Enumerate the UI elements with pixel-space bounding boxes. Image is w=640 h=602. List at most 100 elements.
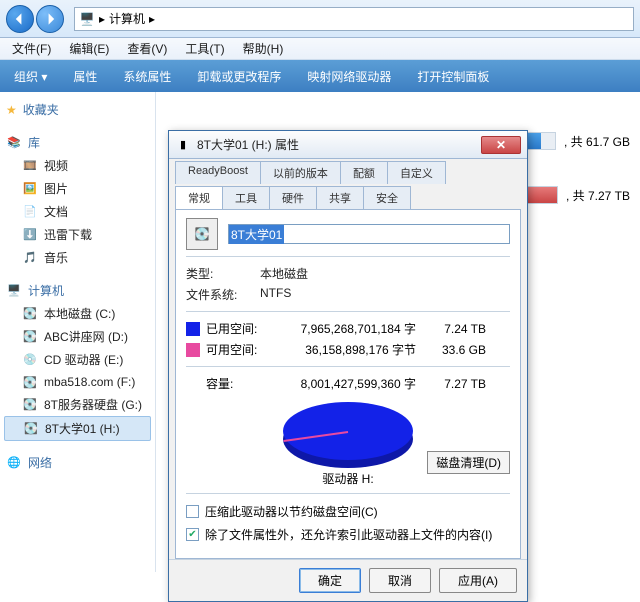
sidebar-item-label: 8T大学01 (H:) <box>45 420 120 437</box>
breadcrumb-item[interactable]: 计算机 <box>109 10 145 27</box>
computer-icon: 🖥️ <box>6 283 22 299</box>
document-icon: 📄 <box>22 204 38 220</box>
drive-icon: 💽 <box>22 306 38 322</box>
index-checkbox[interactable]: ✔ <box>186 528 199 541</box>
sidebar-network[interactable]: 🌐网络 <box>4 451 151 474</box>
sidebar-favorites[interactable]: ★收藏夹 <box>4 98 151 121</box>
sidebar-drive-d[interactable]: 💽 ABC讲座网 (D:) <box>4 325 151 348</box>
capacity-bar <box>526 132 556 150</box>
tab-hardware[interactable]: 硬件 <box>269 186 317 209</box>
sidebar-item-label: 8T服务器硬盘 (G:) <box>44 396 142 413</box>
tab-customize[interactable]: 自定义 <box>387 161 446 184</box>
tab-panel-general: 💽 8T大学01 类型:本地磁盘 文件系统:NTFS 已用空间:7,965,26… <box>175 209 521 559</box>
sidebar-computer[interactable]: 🖥️ 计算机 <box>4 279 151 302</box>
sidebar-item-documents[interactable]: 📄 文档 <box>4 200 151 223</box>
type-label: 类型: <box>186 265 260 282</box>
cap-bytes: 8,001,427,599,360 字 <box>276 375 426 392</box>
sidebar-item-label: 图片 <box>44 180 68 197</box>
sidebar-item-label: 本地磁盘 (C:) <box>44 305 115 322</box>
cap-hr: 7.27 TB <box>426 377 486 391</box>
menu-help[interactable]: 帮助(H) <box>235 38 292 59</box>
dialog-titlebar[interactable]: ▮ 8T大学01 (H:) 属性 ✕ <box>169 131 527 159</box>
free-color-box <box>186 343 200 357</box>
menu-file[interactable]: 文件(F) <box>4 38 59 59</box>
picture-icon: 🖼️ <box>22 181 38 197</box>
tb-uninstall[interactable]: 卸载或更改程序 <box>191 64 287 89</box>
sidebar-item-thunder[interactable]: ⬇️迅雷下载 <box>4 223 151 246</box>
sidebar-item-videos[interactable]: 🎞️视频 <box>4 154 151 177</box>
properties-dialog: ▮ 8T大学01 (H:) 属性 ✕ ReadyBoost 以前的版本 配额 自… <box>168 130 528 602</box>
compress-label: 压缩此驱动器以节约磁盘空间(C) <box>205 503 378 520</box>
tb-mapdrive[interactable]: 映射网络驱动器 <box>301 64 397 89</box>
music-icon: 🎵 <box>22 250 38 266</box>
sidebar-drive-c[interactable]: 💽 本地磁盘 (C:) <box>4 302 151 325</box>
spacer <box>186 377 200 391</box>
breadcrumb-sep: ▸ <box>149 12 155 26</box>
menu-tools[interactable]: 工具(T) <box>177 38 232 59</box>
capacity-label: , 共 7.27 TB <box>566 187 630 204</box>
tab-sharing[interactable]: 共享 <box>316 186 364 209</box>
close-button[interactable]: ✕ <box>481 136 521 154</box>
network-icon: 🌐 <box>6 455 22 471</box>
dialog-button-row: 确定 取消 应用(A) <box>169 559 527 601</box>
sidebar-drive-g[interactable]: 💽 8T服务器硬盘 (G:) <box>4 393 151 416</box>
drive-icon: 💽 <box>23 421 39 437</box>
type-value: 本地磁盘 <box>260 265 308 282</box>
sidebar-item-label: 迅雷下载 <box>44 226 92 243</box>
drive-icon: 💽 <box>22 329 38 345</box>
tb-properties[interactable]: 属性 <box>67 64 103 89</box>
menu-bar: 文件(F) 编辑(E) 查看(V) 工具(T) 帮助(H) <box>0 38 640 60</box>
nav-pane: ★收藏夹 📚库 🎞️视频 🖼️ 图片 📄 文档 ⬇️迅雷下载 🎵 音乐 🖥️ 计算机 💽… <box>0 92 156 572</box>
tab-tools[interactable]: 工具 <box>222 186 270 209</box>
sidebar-item-pictures[interactable]: 🖼️ 图片 <box>4 177 151 200</box>
disk-cleanup-button[interactable]: 磁盘清理(D) <box>427 451 510 474</box>
sidebar-item-label: 音乐 <box>44 249 68 266</box>
sidebar-item-label: 文档 <box>44 203 68 220</box>
used-color-box <box>186 322 200 336</box>
tab-quota[interactable]: 配额 <box>340 161 388 184</box>
used-hr: 7.24 TB <box>426 322 486 336</box>
index-label: 除了文件属性外，还允许索引此驱动器上文件的内容(I) <box>205 526 492 543</box>
sidebar-item-label: mba518.com (F:) <box>44 375 135 389</box>
tab-general[interactable]: 常规 <box>175 186 223 209</box>
sidebar-drive-f[interactable]: 💽mba518.com (F:) <box>4 371 151 393</box>
tab-readyboost[interactable]: ReadyBoost <box>175 161 261 184</box>
video-icon: 🎞️ <box>22 158 38 174</box>
fs-label: 文件系统: <box>186 286 260 303</box>
drive-name-input[interactable]: 8T大学01 <box>228 224 510 244</box>
sidebar-item-music[interactable]: 🎵 音乐 <box>4 246 151 269</box>
usage-pie-chart <box>283 402 413 460</box>
breadcrumb-sep: ▸ <box>99 12 105 26</box>
address-bar[interactable]: 🖥️ ▸ 计算机 ▸ <box>74 7 634 31</box>
drive-large-icon: 💽 <box>186 218 218 250</box>
tb-controlpanel[interactable]: 打开控制面板 <box>411 64 495 89</box>
sidebar-computer-label: 计算机 <box>28 282 64 299</box>
command-bar: 组织 ▾ 属性 系统属性 卸载或更改程序 映射网络驱动器 打开控制面板 <box>0 60 640 92</box>
compress-checkbox[interactable] <box>186 505 199 518</box>
sidebar-libraries[interactable]: 📚库 <box>4 131 151 154</box>
used-label: 已用空间: <box>206 320 276 337</box>
tb-organize[interactable]: 组织 ▾ <box>8 64 53 89</box>
nav-forward-button[interactable] <box>36 5 64 33</box>
sidebar-drive-e[interactable]: 💿 CD 驱动器 (E:) <box>4 348 151 371</box>
drive-icon: 💽 <box>22 397 38 413</box>
dialog-title: 8T大学01 (H:) 属性 <box>197 136 475 153</box>
tab-row-2: 常规 工具 硬件 共享 安全 <box>169 184 527 209</box>
sidebar-item-label: CD 驱动器 (E:) <box>44 351 123 368</box>
sidebar-drive-h[interactable]: 💽 8T大学01 (H:) <box>4 416 151 441</box>
nav-back-button[interactable] <box>6 5 34 33</box>
tab-security[interactable]: 安全 <box>363 186 411 209</box>
tb-sysprops[interactable]: 系统属性 <box>117 64 177 89</box>
libraries-icon: 📚 <box>6 135 22 151</box>
tab-prev-versions[interactable]: 以前的版本 <box>260 161 341 184</box>
used-bytes: 7,965,268,701,184 字 <box>276 320 426 337</box>
drive-icon: ▮ <box>175 137 191 153</box>
capacity-label: , 共 61.7 GB <box>564 133 630 150</box>
capacity-bar <box>526 186 558 204</box>
sidebar-item-label: ABC讲座网 (D:) <box>44 328 128 345</box>
menu-edit[interactable]: 编辑(E) <box>61 38 117 59</box>
cd-icon: 💿 <box>22 352 38 368</box>
free-bytes: 36,158,898,176 字节 <box>276 341 426 358</box>
drive-name-value: 8T大学01 <box>229 225 284 244</box>
menu-view[interactable]: 查看(V) <box>119 38 175 59</box>
